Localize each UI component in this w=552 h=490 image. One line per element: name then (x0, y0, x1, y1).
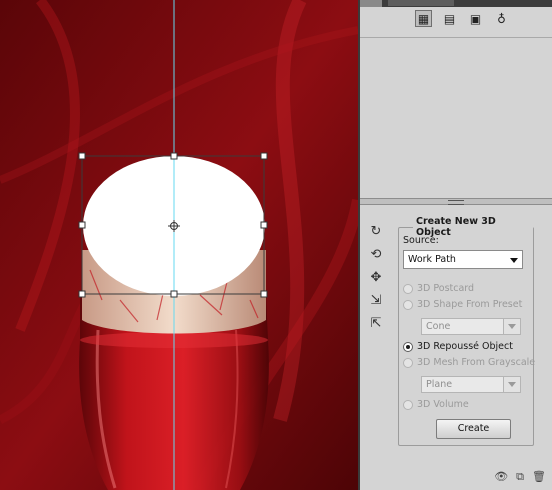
scene-icon[interactable]: ▦ (415, 10, 432, 27)
radio-button[interactable] (403, 299, 413, 310)
separator (360, 37, 552, 38)
tool-column: ↻ ⟲ ✥ ⇲ ⇱ (365, 223, 387, 332)
chevron-down-icon (503, 377, 520, 392)
radio-label: 3D Repoussé Object (417, 341, 513, 352)
pan-tool-icon[interactable]: ✥ (365, 269, 387, 286)
grip-icon (448, 200, 464, 205)
radio-3d-postcard[interactable]: 3D Postcard (403, 283, 474, 294)
scale-tool-icon[interactable]: ⇱ (365, 315, 387, 332)
panel-footer-icons: 👁 ⧉ 🗑 (494, 470, 546, 484)
radio-button[interactable] (403, 283, 413, 294)
radio-button-selected[interactable] (403, 341, 413, 352)
panel-tab[interactable] (360, 0, 382, 7)
document-canvas[interactable] (0, 0, 358, 490)
delete-icon[interactable]: 🗑 (532, 470, 546, 484)
source-value: Work Path (408, 254, 456, 265)
grid-icon[interactable]: ▤ (441, 10, 458, 27)
panel-icon-row: ▦ ▤ ▣ ♁ (415, 10, 510, 27)
radio-button[interactable] (403, 399, 413, 410)
radio-3d-repousse[interactable]: 3D Repoussé Object (403, 341, 513, 352)
radio-3d-shape-preset[interactable]: 3D Shape From Preset (403, 299, 522, 310)
radio-3d-mesh-grayscale[interactable]: 3D Mesh From Grayscale (403, 357, 535, 368)
slide-tool-icon[interactable]: ⇲ (365, 292, 387, 309)
radio-label: 3D Shape From Preset (417, 299, 523, 310)
new-layer-icon[interactable]: ⧉ (516, 470, 524, 484)
radio-label: 3D Mesh From Grayscale (417, 357, 536, 368)
canvas-artwork (0, 0, 358, 490)
chevron-down-icon (510, 258, 518, 263)
rotate-tool-icon[interactable]: ↻ (365, 223, 387, 240)
mesh-icon[interactable]: ▣ (467, 10, 484, 27)
radio-label: 3D Postcard (417, 283, 475, 294)
light-icon[interactable]: ♁ (493, 10, 510, 27)
radio-label: 3D Volume (417, 399, 469, 410)
source-dropdown[interactable]: Work Path (403, 250, 523, 269)
mesh-value: Plane (426, 379, 453, 390)
preset-dropdown[interactable]: Cone (421, 318, 521, 335)
right-panel: ▦ ▤ ▣ ♁ ↻ ⟲ ✥ ⇲ ⇱ Create New 3D Object S… (358, 0, 552, 490)
radio-3d-volume[interactable]: 3D Volume (403, 399, 469, 410)
create-button[interactable]: Create (436, 419, 511, 439)
chevron-down-icon (503, 319, 520, 334)
source-label: Source: (403, 235, 439, 246)
roll-tool-icon[interactable]: ⟲ (365, 246, 387, 263)
mesh-dropdown[interactable]: Plane (421, 376, 521, 393)
radio-button[interactable] (403, 357, 413, 368)
preset-value: Cone (426, 321, 451, 332)
panel-resize-handle[interactable] (360, 198, 552, 205)
toggle-visibility-icon[interactable]: 👁 (494, 470, 508, 484)
panel-tab[interactable] (388, 0, 454, 6)
